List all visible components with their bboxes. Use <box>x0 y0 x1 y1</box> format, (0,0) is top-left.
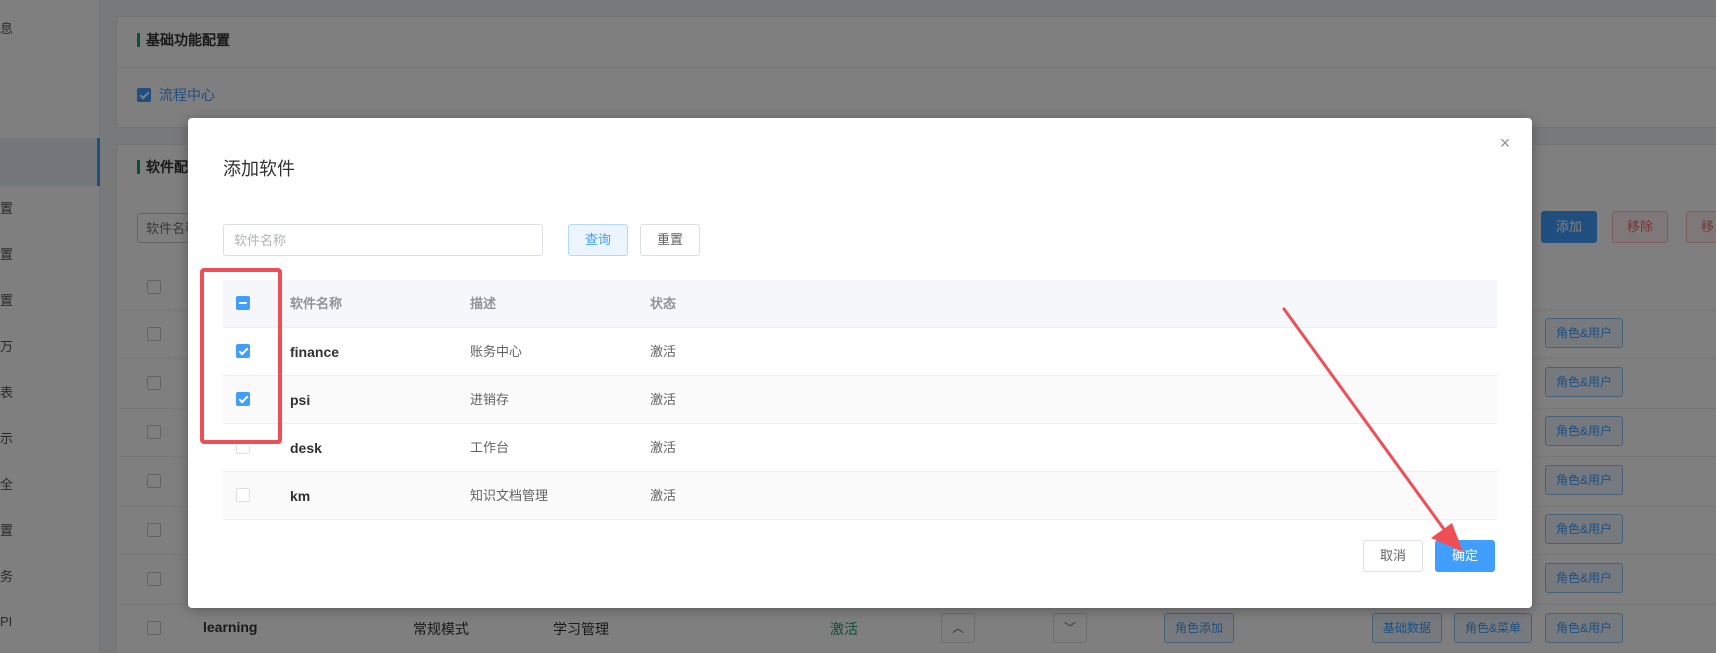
annotation-arrow-icon <box>1282 307 1463 552</box>
